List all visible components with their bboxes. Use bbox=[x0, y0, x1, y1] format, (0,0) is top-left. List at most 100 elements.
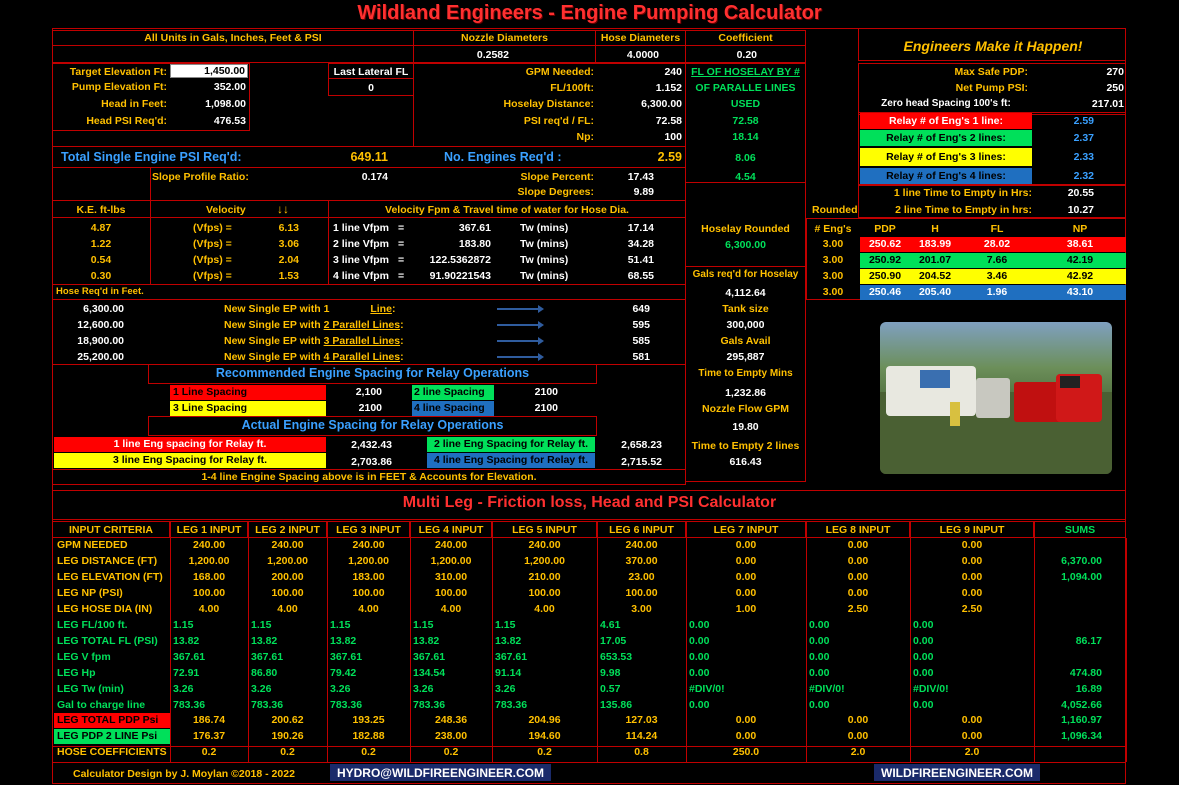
multi-cell: 194.60 bbox=[528, 730, 561, 743]
multi-cell: 1.15 bbox=[413, 618, 434, 631]
time-empty-mins-value: 1,232.86 bbox=[725, 387, 766, 399]
multi-cell: 240.00 bbox=[352, 539, 385, 551]
hoselay-distance-value[interactable]: 6,300.00 bbox=[598, 97, 682, 111]
multi-cell: 3.26 bbox=[495, 682, 516, 695]
eng-pdp: 250.62 bbox=[868, 238, 902, 250]
multi-header: LEG 3 INPUT bbox=[336, 524, 401, 536]
rec-4-label: 4 line Spacing bbox=[414, 402, 485, 414]
multi-cell: 4.00 bbox=[198, 602, 220, 615]
gals-avail-value: 295,887 bbox=[726, 351, 765, 363]
target-elevation-input[interactable]: 1,450.00 bbox=[170, 64, 248, 78]
new-ep-link[interactable]: 3 Parallel Lines bbox=[324, 335, 400, 347]
rec-3-value: 2100 bbox=[358, 402, 382, 414]
right-arrow-icon bbox=[497, 305, 544, 313]
eng-count: 3.00 bbox=[822, 286, 844, 298]
eng-pdp: 250.90 bbox=[868, 270, 902, 282]
relay-block bbox=[858, 112, 1126, 186]
multi-row-label: LEG NP (PSI) bbox=[57, 586, 123, 599]
net-pump-value[interactable]: 250 bbox=[1032, 81, 1124, 95]
eng-np: 42.92 bbox=[1066, 270, 1094, 282]
last-lateral-value[interactable]: 0 bbox=[328, 81, 414, 95]
vfpm-value: 367.61 bbox=[458, 222, 491, 234]
multi-cell: 0.00 bbox=[961, 586, 983, 599]
multi-cell: 190.26 bbox=[271, 730, 304, 743]
new-ep-colon: : bbox=[400, 351, 404, 363]
np-value[interactable]: 100 bbox=[598, 130, 682, 144]
multi-cell: 783.36 bbox=[251, 698, 284, 711]
multi-cell: 2.50 bbox=[961, 602, 983, 615]
rec-2-value: 2100 bbox=[534, 386, 558, 398]
vfps-value: 2.04 bbox=[278, 254, 299, 266]
new-ep-label: New Single EP with 2 Parallel Lines: bbox=[224, 318, 404, 332]
ke-header: K.E. ft-lbs bbox=[76, 204, 126, 216]
multi-row-label: LEG DISTANCE (FT) bbox=[57, 554, 158, 567]
multi-cell: 2.0 bbox=[964, 746, 980, 759]
pump-elevation-value[interactable]: 352.00 bbox=[170, 80, 246, 94]
hose-req-row bbox=[52, 284, 686, 300]
multi-row-label: LEG Tw (min) bbox=[57, 682, 124, 695]
multi-cell: 0.00 bbox=[689, 650, 710, 663]
multi-cell: 0.00 bbox=[735, 714, 757, 727]
multi-cell: 0.00 bbox=[689, 618, 710, 631]
grid-line bbox=[492, 538, 493, 762]
multi-cell: 0.00 bbox=[913, 698, 934, 711]
total-single-value: 649.11 bbox=[350, 150, 388, 164]
last-lateral-label: Last Lateral FL bbox=[333, 66, 409, 78]
multi-cell: 0.00 bbox=[913, 618, 934, 631]
multi-cell: 204.96 bbox=[528, 714, 561, 727]
multi-cell: 0.00 bbox=[809, 634, 830, 647]
multi-row-label: LEG Hp bbox=[57, 666, 96, 679]
multi-cell: 1.00 bbox=[735, 602, 757, 615]
email-link[interactable]: HYDRO@WILDFIREENGINEER.COM bbox=[330, 766, 551, 780]
gpm-needed-label: GPM Needed: bbox=[525, 66, 594, 78]
new-ep-colon: : bbox=[391, 303, 396, 315]
multi-cell: 0.57 bbox=[600, 682, 621, 695]
multi-cell: 1.15 bbox=[173, 618, 194, 631]
np-label: Np: bbox=[576, 131, 595, 143]
multi-cell: 367.61 bbox=[251, 650, 284, 663]
multi-cell: 168.00 bbox=[192, 570, 226, 583]
rec-3-label: 3 Line Spacing bbox=[173, 402, 248, 414]
right-arrow-icon bbox=[497, 321, 544, 329]
hoselay-rounded-label: Hoselay Rounded bbox=[701, 223, 790, 235]
multi-row-label: LEG FL/100 ft. bbox=[57, 618, 128, 631]
eq: = bbox=[398, 270, 405, 282]
nozzle-value[interactable]: 0.2582 bbox=[413, 48, 509, 62]
vfpm-label: 4 line Vfpm bbox=[333, 270, 390, 282]
eq: = bbox=[398, 222, 405, 234]
eng-fl: 28.02 bbox=[983, 238, 1011, 250]
new-ep-link[interactable]: 2 Parallel Lines bbox=[324, 319, 400, 331]
multi-cell: 200.62 bbox=[271, 714, 304, 727]
multi-cell: 0.00 bbox=[961, 570, 983, 583]
units-note: All Units in Gals, Inches, Feet & PSI bbox=[144, 32, 322, 44]
multi-cell: 240.00 bbox=[528, 539, 561, 551]
multi-header: SUMS bbox=[1064, 524, 1096, 536]
new-ep-link[interactable]: Line bbox=[370, 303, 392, 315]
new-ep-prefix: New Single EP with bbox=[224, 335, 321, 347]
gpm-needed-value[interactable]: 240 bbox=[598, 65, 682, 79]
multi-cell: 367.61 bbox=[173, 650, 206, 663]
multi-cell: 783.36 bbox=[330, 698, 363, 711]
multi-cell: 1,200.00 bbox=[430, 554, 472, 567]
multi-cell: 310.00 bbox=[434, 570, 468, 583]
max-pdp-value[interactable]: 270 bbox=[1032, 65, 1124, 79]
tank-size-value[interactable]: 300,000 bbox=[685, 318, 806, 332]
new-ep-link[interactable]: 4 Parallel Lines bbox=[324, 351, 400, 363]
multi-row-label: LEG ELEVATION (FT) bbox=[57, 570, 163, 583]
tw-label: Tw (mins) bbox=[520, 254, 569, 266]
grid-line bbox=[52, 762, 1126, 763]
site-link[interactable]: WILDFIREENGINEER.COM bbox=[874, 766, 1040, 780]
hose-value[interactable]: 4.0000 bbox=[595, 48, 659, 62]
new-ep-prefix: New Single EP with bbox=[224, 319, 321, 331]
multi-cell: 2.50 bbox=[847, 602, 869, 615]
coef-value[interactable]: 0.20 bbox=[685, 48, 757, 62]
grid-line bbox=[910, 538, 911, 762]
multi-header: LEG 2 INPUT bbox=[255, 524, 320, 536]
slope-percent-label: Slope Percent: bbox=[520, 171, 594, 183]
eng-h: 205.40 bbox=[918, 286, 952, 298]
hose-req-label: Hose Req'd in Feet. bbox=[56, 286, 144, 297]
tw-value: 17.14 bbox=[627, 222, 654, 234]
tw-label: Tw (mins) bbox=[520, 270, 569, 282]
new-ep-colon: : bbox=[400, 335, 404, 347]
multi-cell: 100.00 bbox=[434, 586, 468, 599]
